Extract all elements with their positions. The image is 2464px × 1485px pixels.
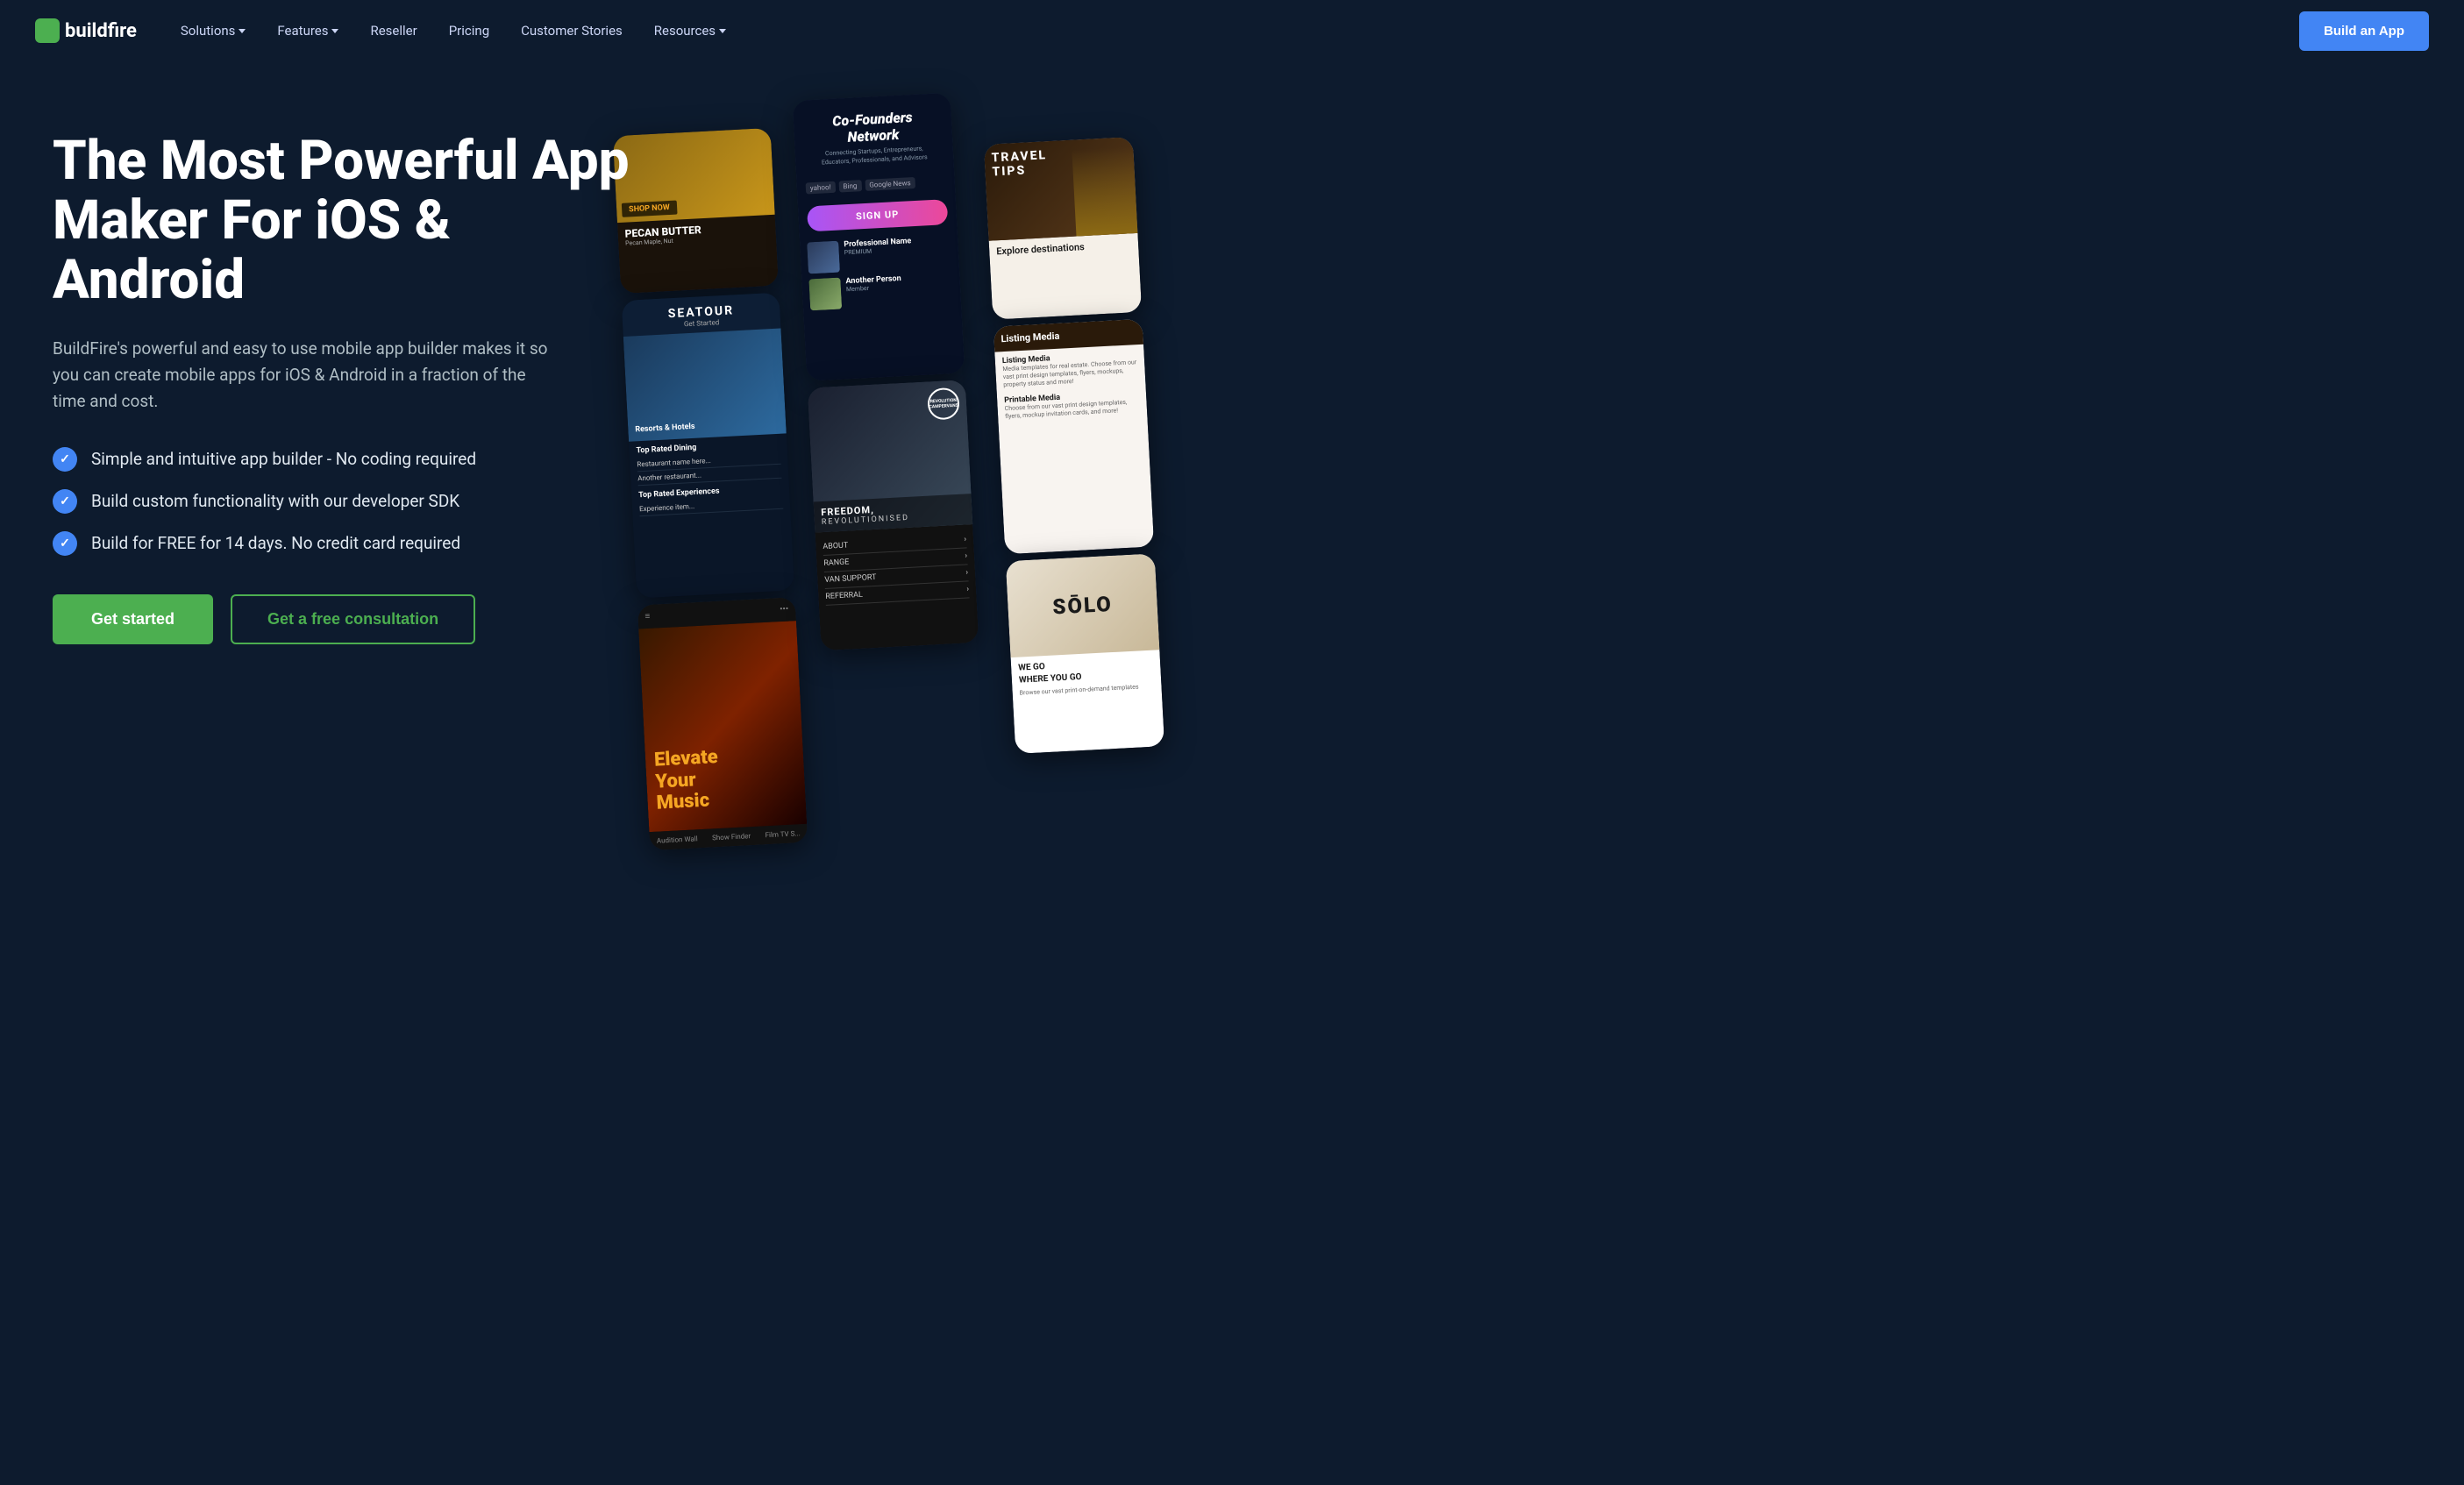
cofounders-app-screen: Co-Founders Network Connecting Startups,… (793, 93, 965, 381)
hero-subtitle: BuildFire's powerful and easy to use mob… (53, 336, 561, 416)
list-item: Listing Media Media templates for real e… (1002, 350, 1139, 389)
logo-text: buildfire (65, 20, 137, 42)
music-show-finder: Show Finder (712, 832, 751, 842)
cfn-signup: SIGN UP (807, 199, 948, 231)
music-audition: Audition Wall (657, 835, 698, 844)
get-started-button[interactable]: Get started (53, 594, 213, 644)
build-app-button[interactable]: Build an App (2299, 11, 2429, 51)
solo-brand: SŌLO (1052, 592, 1114, 620)
cfn-desc: Connecting Startups, Entrepreneurs, Educ… (804, 145, 945, 169)
list-item: Build for FREE for 14 days. No credit ca… (53, 531, 649, 556)
logo-icon (35, 18, 60, 43)
camper-badge-text: REVOLUTIONCAMPERVANS (929, 398, 958, 410)
feature-list: Simple and intuitive app builder - No co… (53, 447, 649, 556)
music-film: Film TV S... (765, 829, 801, 839)
travel-tips-label: TRAVEL TIPS (991, 148, 1048, 179)
listing-media-screen: Listing Media Listing Media Media templa… (993, 319, 1154, 555)
logo[interactable]: buildfire (35, 18, 137, 43)
nav-customer-stories[interactable]: Customer Stories (521, 23, 623, 39)
nav-pricing[interactable]: Pricing (449, 23, 489, 39)
music-app-screen: ≡ ••• Elevate Your Music Audition Wall S… (637, 597, 808, 850)
nav-resources[interactable]: Resources (654, 23, 726, 39)
chevron-down-icon (331, 29, 338, 33)
list-item: Build custom functionality with our deve… (53, 489, 649, 514)
nav-solutions[interactable]: Solutions (181, 23, 246, 39)
check-icon (53, 447, 77, 472)
chevron-down-icon (719, 29, 726, 33)
nav-links: Solutions Features Reseller Pricing Cust… (181, 23, 2299, 39)
cta-buttons: Get started Get a free consultation (53, 594, 649, 644)
nav-features[interactable]: Features (277, 23, 338, 39)
hero-content: The Most Powerful App Maker For iOS & An… (53, 114, 649, 644)
travel-tips-screen: TRAVEL TIPS Explore destinations (984, 137, 1142, 320)
chevron-down-icon (239, 29, 246, 33)
list-item: Printable Media Choose from our vast pri… (1004, 389, 1140, 421)
nav-reseller[interactable]: Reseller (370, 23, 417, 39)
travel-tips-title: Explore destinations (996, 238, 1131, 257)
phone-mockups: SHOP NOW PECAN BUTTER Pecan Maple, Nut S… (631, 114, 2429, 798)
solo-app-screen: SŌLO WE GO WHERE YOU GO Browse our vast … (1006, 553, 1164, 754)
check-icon (53, 531, 77, 556)
check-icon (53, 489, 77, 514)
phone-col-3: TRAVEL TIPS Explore destinations Listing… (984, 137, 1164, 754)
navbar: buildfire Solutions Features Reseller Pr… (0, 0, 2464, 61)
cfn-title: Co-Founders Network (802, 107, 944, 148)
music-more-icon: ••• (780, 605, 789, 615)
camper-app-screen: REVOLUTIONCAMPERVANS FREEDOM, REVOLUTION… (808, 380, 979, 650)
cfn-logo-google: Google News (865, 177, 915, 191)
cfn-logo-yahoo: yahoo! (806, 181, 836, 195)
hero-title: The Most Powerful App Maker For iOS & An… (53, 131, 649, 311)
phone-col-2: Co-Founders Network Connecting Startups,… (793, 93, 979, 651)
list-item: Simple and intuitive app builder - No co… (53, 447, 649, 472)
solo-tagline: WE GO WHERE YOU GO (1018, 656, 1154, 687)
cfn-logo-bing: Bing (838, 180, 861, 192)
hero-section: The Most Powerful App Maker For iOS & An… (0, 61, 2464, 1485)
consultation-button[interactable]: Get a free consultation (231, 594, 475, 644)
music-title: Elevate Your Music (654, 747, 721, 814)
